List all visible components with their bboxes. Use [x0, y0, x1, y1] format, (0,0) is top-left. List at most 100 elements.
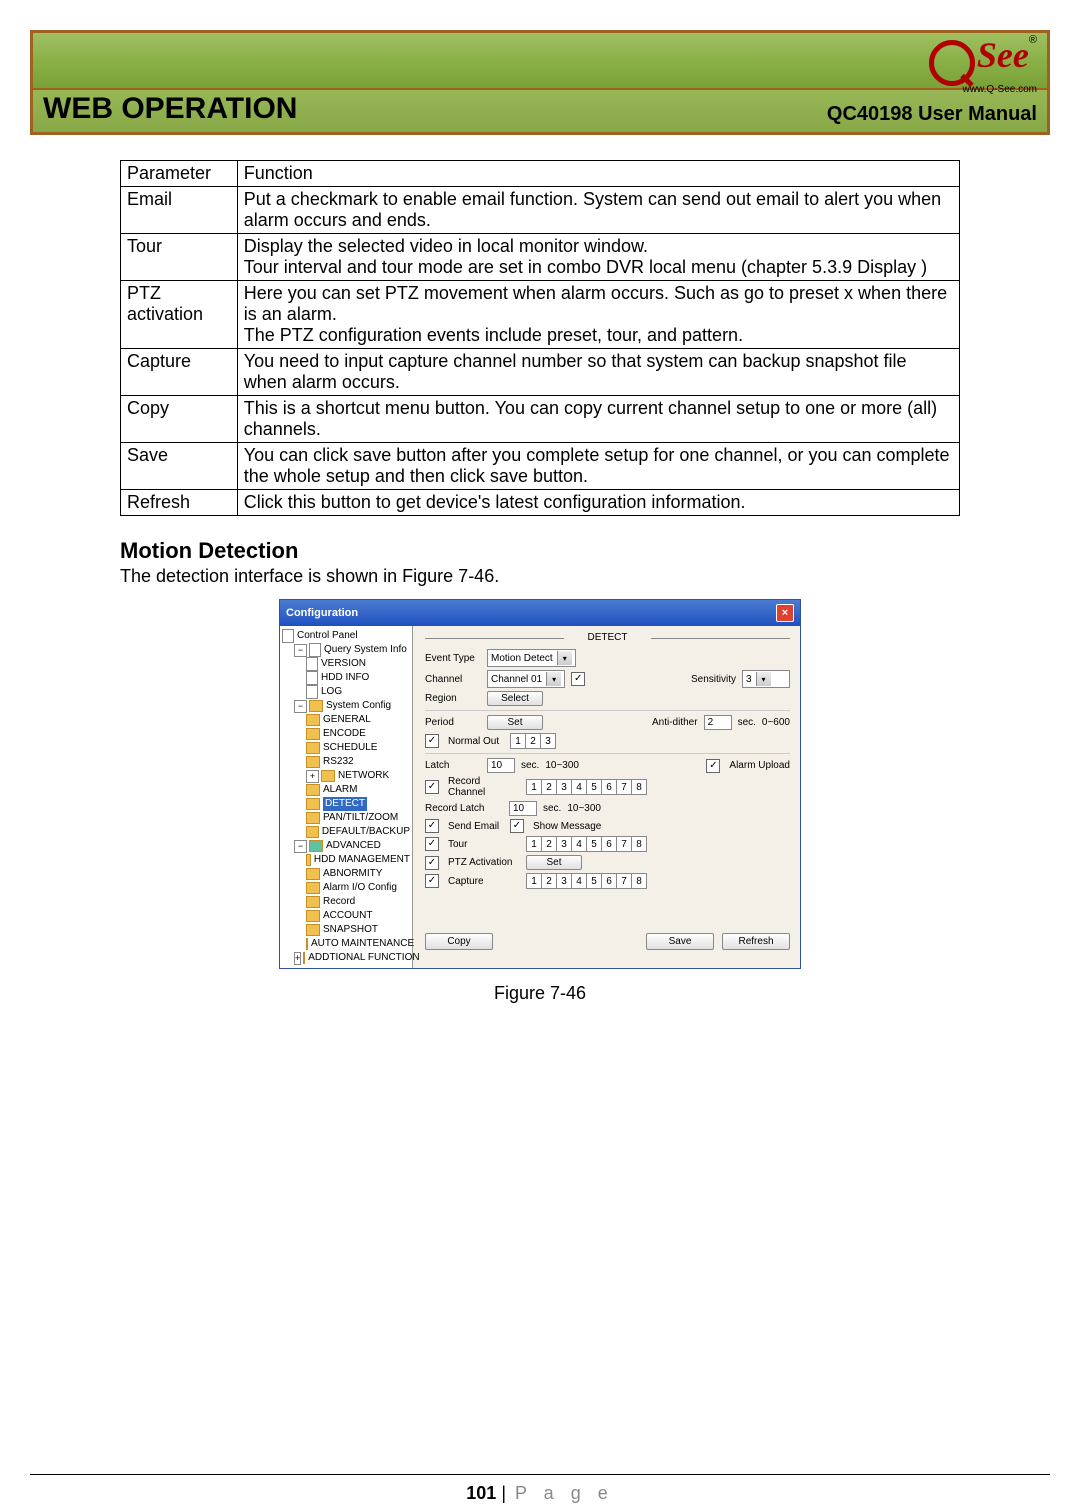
tree-item[interactable]: Alarm I/O Config [306, 881, 410, 895]
channel-cell[interactable]: 7 [616, 779, 632, 795]
folder-icon [306, 728, 320, 740]
channel-cell[interactable]: 6 [601, 836, 617, 852]
channel-enable-checkbox[interactable] [571, 672, 585, 686]
tree-item[interactable]: AUTO MAINTENANCE [306, 937, 410, 951]
tree-item[interactable]: VERSION [306, 657, 410, 671]
table-row: SaveYou can click save button after you … [121, 443, 960, 490]
close-icon[interactable]: × [776, 604, 794, 622]
channel-cell[interactable]: 8 [631, 836, 647, 852]
folder-icon [321, 770, 335, 782]
channel-cell[interactable]: 3 [540, 733, 556, 749]
tree-item[interactable]: Record [306, 895, 410, 909]
collapse-icon[interactable]: − [294, 700, 307, 713]
channel-cell[interactable]: 3 [556, 873, 572, 889]
channel-cell[interactable]: 1 [526, 836, 542, 852]
channel-cell[interactable]: 4 [571, 873, 587, 889]
event-type-select[interactable]: Motion Detect▾ [487, 649, 576, 667]
channel-cell[interactable]: 2 [525, 733, 541, 749]
table-header-row: ParameterFunction [121, 161, 960, 187]
tree-item[interactable]: ABNORMITY [306, 867, 410, 881]
collapse-icon[interactable]: − [294, 840, 307, 853]
channel-cell[interactable]: 1 [526, 779, 542, 795]
period-set-button[interactable]: Set [487, 715, 543, 730]
param-desc: Put a checkmark to enable email function… [237, 187, 959, 234]
tree-root[interactable]: Control Panel [282, 629, 410, 643]
channel-select[interactable]: Channel 01▾ [487, 670, 565, 688]
title-bar: WEB OPERATION QC40198 User Manual [30, 88, 1050, 135]
collapse-icon[interactable]: − [294, 644, 307, 657]
channel-cell[interactable]: 6 [601, 779, 617, 795]
tree-item[interactable]: DEFAULT/BACKUP [306, 825, 410, 839]
sensitivity-select[interactable]: 3▾ [742, 670, 790, 688]
channel-cell[interactable]: 7 [616, 873, 632, 889]
tour-checkbox[interactable] [425, 837, 439, 851]
page-footer: 101 | P a g e [30, 1474, 1050, 1512]
channel-cell[interactable]: 2 [541, 779, 557, 795]
capture-checkbox[interactable] [425, 874, 439, 888]
label-ptz-activation: PTZ Activation [448, 857, 520, 868]
alarm-upload-checkbox[interactable] [706, 759, 720, 773]
tree-item[interactable]: HDD MANAGEMENT [306, 853, 410, 867]
channel-cell[interactable]: 4 [571, 779, 587, 795]
tree-item[interactable]: RS232 [306, 755, 410, 769]
tree-item[interactable]: PAN/TILT/ZOOM [306, 811, 410, 825]
tree-item[interactable]: ACCOUNT [306, 909, 410, 923]
ptz-activation-checkbox[interactable] [425, 856, 439, 870]
region-select-button[interactable]: Select [487, 691, 543, 706]
tree-item[interactable]: GENERAL [306, 713, 410, 727]
tour-channels[interactable]: 12345678 [526, 836, 647, 852]
channel-cell[interactable]: 5 [586, 873, 602, 889]
channel-cell[interactable]: 2 [541, 873, 557, 889]
show-message-checkbox[interactable] [510, 819, 524, 833]
ptz-set-button[interactable]: Set [526, 855, 582, 870]
normal-out-channels[interactable]: 123 [510, 733, 556, 749]
expand-icon[interactable]: + [306, 770, 319, 783]
tree-group[interactable]: −System Config [294, 699, 410, 713]
copy-button[interactable]: Copy [425, 933, 493, 950]
parameter-table: ParameterFunction EmailPut a checkmark t… [120, 160, 960, 516]
expand-icon[interactable]: + [294, 952, 301, 965]
channel-cell[interactable]: 5 [586, 779, 602, 795]
label-sensitivity: Sensitivity [691, 674, 736, 685]
tree-item[interactable]: DETECT [306, 797, 410, 811]
logo-q-icon [929, 40, 975, 86]
latch-input[interactable]: 10 [487, 758, 515, 773]
anti-dither-input[interactable]: 2 [704, 715, 732, 730]
normal-out-checkbox[interactable] [425, 734, 439, 748]
table-row: EmailPut a checkmark to enable email fun… [121, 187, 960, 234]
refresh-button[interactable]: Refresh [722, 933, 790, 950]
channel-cell[interactable]: 2 [541, 836, 557, 852]
tree-item[interactable]: +NETWORK [306, 769, 410, 783]
record-latch-input[interactable]: 10 [509, 801, 537, 816]
channel-cell[interactable]: 5 [586, 836, 602, 852]
channel-cell[interactable]: 1 [510, 733, 526, 749]
tree-group[interactable]: −Query System Info [294, 643, 410, 657]
nav-tree[interactable]: Control Panel −Query System Info VERSION… [280, 626, 413, 968]
label-normal-out: Normal Out [448, 736, 504, 747]
record-channels[interactable]: 12345678 [526, 779, 647, 795]
channel-cell[interactable]: 8 [631, 873, 647, 889]
channel-cell[interactable]: 8 [631, 779, 647, 795]
channel-cell[interactable]: 3 [556, 779, 572, 795]
folder-icon [306, 854, 311, 866]
tree-item[interactable]: ENCODE [306, 727, 410, 741]
tree-item[interactable]: ALARM [306, 783, 410, 797]
record-channel-checkbox[interactable] [425, 780, 439, 794]
send-email-checkbox[interactable] [425, 819, 439, 833]
tree-group[interactable]: −ADVANCED [294, 839, 410, 853]
channel-cell[interactable]: 7 [616, 836, 632, 852]
tree-item[interactable]: SCHEDULE [306, 741, 410, 755]
param-desc: You can click save button after you comp… [237, 443, 959, 490]
channel-cell[interactable]: 3 [556, 836, 572, 852]
save-button[interactable]: Save [646, 933, 714, 950]
capture-channels[interactable]: 12345678 [526, 873, 647, 889]
folder-icon [306, 742, 320, 754]
tree-item[interactable]: HDD INFO [306, 671, 410, 685]
channel-cell[interactable]: 1 [526, 873, 542, 889]
tree-item[interactable]: SNAPSHOT [306, 923, 410, 937]
tree-item[interactable]: LOG [306, 685, 410, 699]
channel-cell[interactable]: 4 [571, 836, 587, 852]
folder-icon [306, 924, 320, 936]
channel-cell[interactable]: 6 [601, 873, 617, 889]
tree-group[interactable]: +ADDTIONAL FUNCTION [294, 951, 410, 965]
